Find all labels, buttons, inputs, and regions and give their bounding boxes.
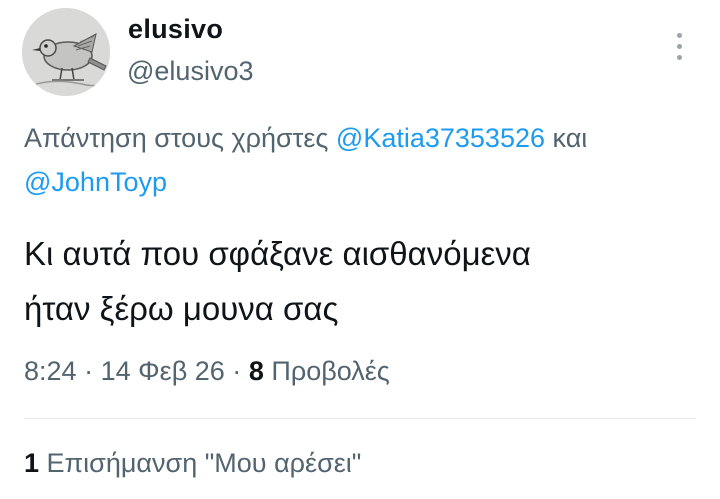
divider: [24, 418, 696, 419]
tweet-detail-view: elusivo @elusivo3 Απάντηση στους χρήστες…: [0, 0, 720, 499]
meta-separator: ·: [232, 356, 242, 386]
avatar[interactable]: [22, 8, 110, 96]
tweet-text: Κι αυτά που σφάξανε αισθανόμενα ήταν ξέρ…: [24, 226, 704, 336]
mention-link-katia[interactable]: @Katia37353526: [336, 123, 545, 153]
author-handle[interactable]: @elusivo3: [127, 56, 253, 87]
likes-label: Επισήμανση "Μου αρέσει": [46, 448, 362, 478]
tweet-time[interactable]: 8:24: [24, 356, 77, 386]
more-vertical-icon-dot: [676, 32, 682, 38]
more-options-button[interactable]: [668, 28, 690, 64]
tweet-text-line: ήταν ξέρω μουνα σας: [24, 290, 339, 327]
reply-context: Απάντηση στους χρήστες @Katia37353526 κα…: [24, 116, 714, 204]
more-vertical-icon-dot: [676, 43, 682, 49]
more-vertical-icon-dot: [676, 54, 682, 60]
likes-count: 1: [24, 448, 40, 478]
tweet-date[interactable]: 14 Φεβ 26: [101, 356, 225, 386]
reply-context-prefix: Απάντηση στους χρήστες: [24, 123, 329, 153]
likes-link[interactable]: 1 Επισήμανση "Μου αρέσει": [24, 448, 361, 479]
meta-separator: ·: [84, 356, 94, 386]
tweet-meta: 8:24 · 14 Φεβ 26 · 8 Προβολές: [24, 356, 390, 387]
reply-context-conjunction: και: [552, 123, 588, 153]
views-count: 8: [248, 356, 264, 386]
mention-link-johntoyp[interactable]: @JohnToyp: [24, 167, 167, 197]
bird-sketch-icon: [22, 8, 110, 96]
tweet-text-line: Κι αυτά που σφάξανε αισθανόμενα: [24, 235, 531, 272]
views-label: Προβολές: [271, 356, 390, 386]
author-display-name[interactable]: elusivo: [128, 14, 223, 45]
